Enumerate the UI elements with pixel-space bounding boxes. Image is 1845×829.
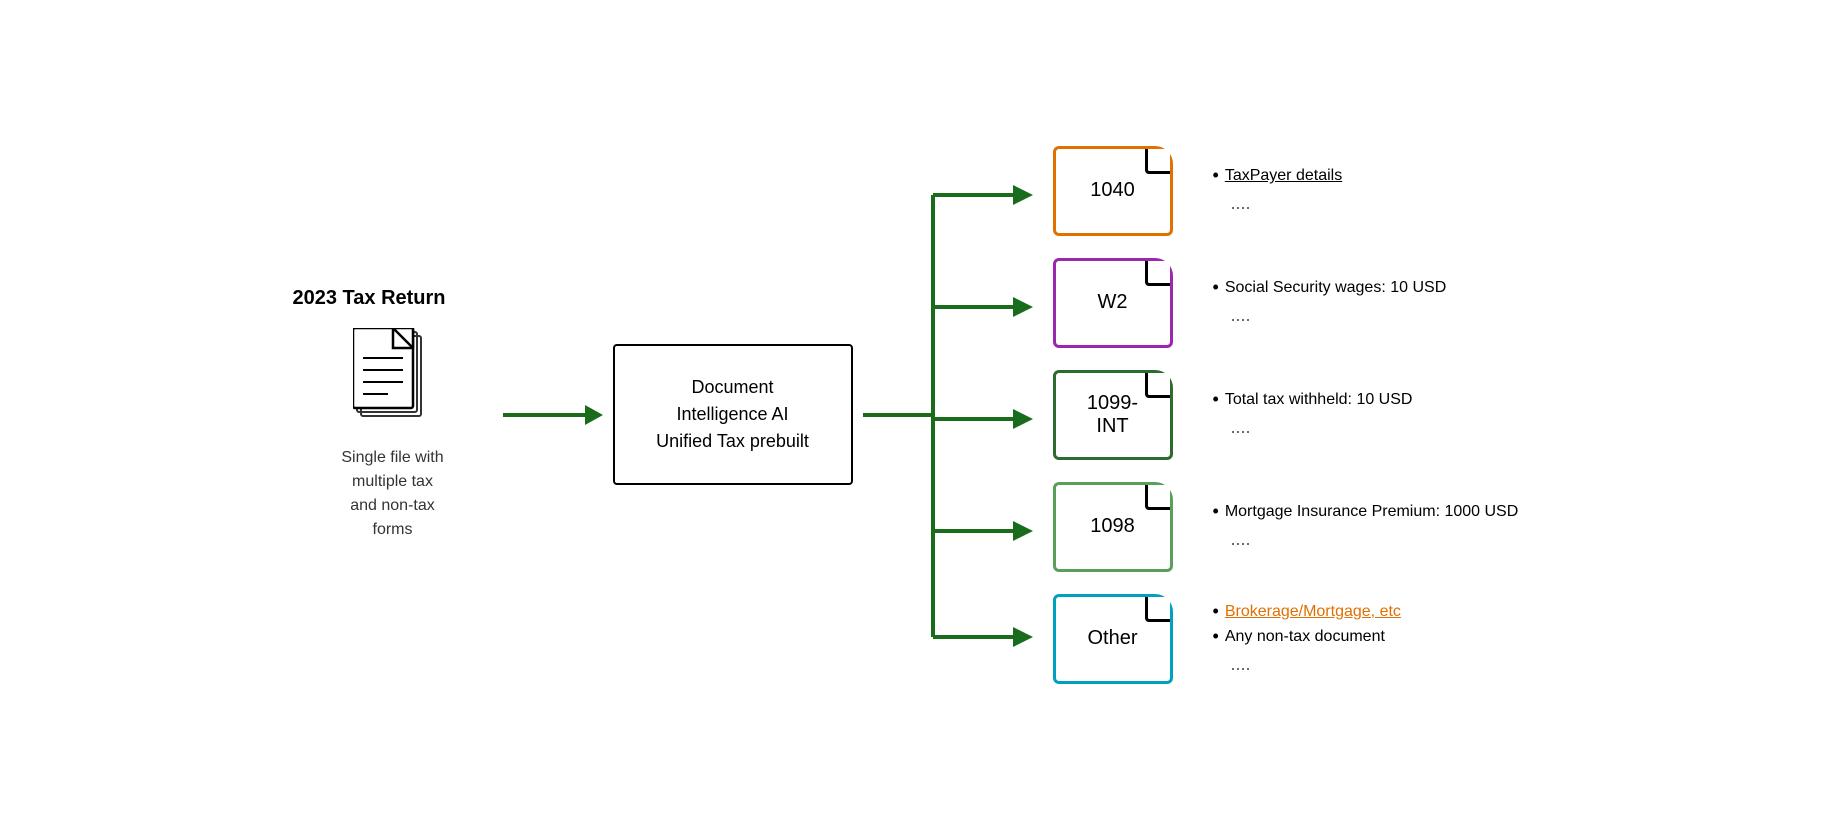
info-block-other: Brokerage/Mortgage, etc Any non-tax docu… [1213,594,1553,684]
form-row-1099: 1099-INT [1053,370,1173,460]
dots-w2: .... [1213,301,1553,330]
form-card-w2: W2 [1053,258,1173,348]
info-block-1098: Mortgage Insurance Premium: 1000 USD ...… [1213,482,1553,572]
form-label-1099: 1099-INT [1087,392,1138,438]
dots-1099: .... [1213,413,1553,442]
arrow-head [585,405,603,425]
form-label-other: Other [1087,627,1137,650]
form-row-w2: W2 [1053,258,1173,348]
document-icon [353,328,433,428]
arrow-line [503,413,585,417]
info-section: TaxPayer details .... Social Security wa… [1213,146,1553,684]
doc-title: 2023 Tax Return [293,287,446,310]
diagram-container: 2023 Tax Return Single file withmultiple… [0,0,1845,829]
form-card-other: Other [1053,594,1173,684]
form-row-other: Other [1053,594,1173,684]
arrow-to-center [503,405,603,425]
dots-1040: .... [1213,189,1553,218]
dots-1098: .... [1213,525,1553,554]
form-label-1040: 1040 [1090,179,1135,202]
form-row-1098: 1098 [1053,482,1173,572]
total-tax-label: Total tax withheld: 10 USD [1225,387,1413,413]
info-block-1040: TaxPayer details .... [1213,146,1553,236]
branch-arrows-svg [863,150,1043,680]
form-card-1040: 1040 [1053,146,1173,236]
social-security-label: Social Security wages: 10 USD [1225,275,1446,301]
center-line1: Document Intelligence AI [676,377,788,424]
form-card-1099: 1099-INT [1053,370,1173,460]
form-label-w2: W2 [1098,291,1128,314]
info-block-w2: Social Security wages: 10 USD .... [1213,258,1553,348]
info-block-1099: Total tax withheld: 10 USD .... [1213,370,1553,460]
left-section: 2023 Tax Return Single file withmultiple… [293,287,493,542]
taxpayer-details-link: TaxPayer details [1225,163,1342,189]
center-box: Document Intelligence AI Unified Tax pre… [613,344,853,485]
form-card-1098: 1098 [1053,482,1173,572]
non-tax-label: Any non-tax document [1225,624,1385,650]
form-label-1098: 1098 [1090,515,1135,538]
mortgage-label: Mortgage Insurance Premium: 1000 USD [1225,499,1518,525]
branch-section [863,150,1043,680]
center-line2: Unified Tax prebuilt [656,431,809,451]
forms-section: 1040 W2 1099-INT 1098 Other [1053,146,1173,684]
form-row-1040: 1040 [1053,146,1173,236]
brokerage-label: Brokerage/Mortgage, etc [1225,599,1401,625]
dots-other: .... [1213,650,1553,679]
doc-label: Single file withmultiple taxand non-taxf… [341,446,443,542]
